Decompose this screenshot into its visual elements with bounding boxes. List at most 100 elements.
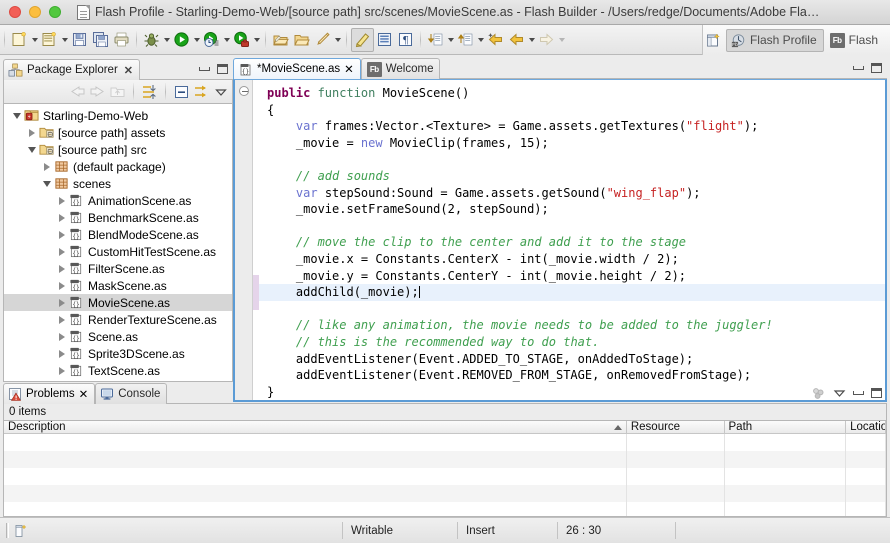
tree-item[interactable]: [source path] assets	[4, 124, 232, 141]
collapse-all-icon[interactable]	[141, 84, 158, 100]
run-menu-arrow[interactable]	[194, 37, 200, 42]
chevron-right-icon[interactable]	[25, 124, 38, 141]
column-path[interactable]: Path	[725, 421, 847, 433]
code-line[interactable]	[267, 151, 885, 168]
export-release-button[interactable]	[291, 28, 312, 52]
code-line[interactable]	[267, 301, 885, 318]
tree-item[interactable]: {} AnimationScene.as	[4, 192, 232, 209]
tree-item[interactable]: (default package)	[4, 158, 232, 175]
code-line[interactable]: addChild(_movie);	[259, 284, 885, 301]
chevron-right-icon[interactable]	[55, 345, 68, 362]
minimize-icon[interactable]	[199, 66, 210, 71]
minimize-light[interactable]	[29, 6, 41, 18]
network-monitor-menu-arrow[interactable]	[254, 37, 260, 42]
tab-welcome[interactable]: Fb Welcome	[360, 58, 441, 79]
code-line[interactable]: _movie.setFrameSound(2, stepSound);	[267, 201, 885, 218]
tab-problems[interactable]: Problems ✕	[3, 383, 96, 404]
network-monitor-button[interactable]	[231, 28, 252, 52]
column-description[interactable]: Description	[4, 421, 627, 433]
maximize-icon[interactable]	[217, 63, 228, 74]
chevron-down-icon[interactable]	[833, 387, 846, 399]
close-icon[interactable]: ✕	[124, 64, 133, 77]
code-line[interactable]: _movie.y = Constants.CenterY - int(_movi…	[267, 268, 885, 285]
code-line[interactable]: // add sounds	[267, 168, 885, 185]
run-button[interactable]	[171, 28, 192, 52]
maximize-icon[interactable]	[871, 62, 882, 73]
chevron-right-icon[interactable]	[55, 311, 68, 328]
close-icon[interactable]: ✕	[79, 387, 89, 401]
code-line[interactable]: var stepSound:Sound = Game.assets.getSou…	[267, 185, 885, 202]
chevron-right-icon[interactable]	[55, 328, 68, 345]
collapse-fold-icon[interactable]	[239, 86, 249, 96]
chevron-right-icon[interactable]	[40, 158, 53, 175]
code-line[interactable]: public function MovieScene()	[267, 85, 885, 102]
code-editor[interactable]: public function MovieScene(){ var frames…	[233, 79, 887, 403]
profile-button[interactable]	[201, 28, 222, 52]
tree-item[interactable]: {} BenchmarkScene.as	[4, 209, 232, 226]
chevron-down-icon[interactable]	[10, 107, 23, 124]
chevron-down-icon[interactable]	[214, 85, 228, 99]
paragraph-button[interactable]: ¶	[395, 28, 416, 52]
code-line[interactable]: {	[267, 102, 885, 119]
filters-icon[interactable]	[811, 387, 826, 399]
table-row[interactable]	[4, 485, 886, 502]
tab-moviescene[interactable]: {} *MovieScene.as ✕	[233, 58, 361, 79]
maximize-icon[interactable]	[871, 387, 882, 398]
previous-annotation-button[interactable]	[455, 28, 476, 52]
tab-console[interactable]: Console	[95, 383, 168, 404]
save-button[interactable]	[69, 28, 90, 52]
design-mode-button[interactable]	[374, 28, 395, 52]
code-line[interactable]: // move the clip to the center and add i…	[267, 234, 885, 251]
problems-table-body[interactable]	[4, 434, 886, 516]
chevron-right-icon[interactable]	[55, 243, 68, 260]
tree-item[interactable]: Starling-Demo-Web	[4, 107, 232, 124]
chevron-right-icon[interactable]	[55, 294, 68, 311]
tree-item[interactable]: {} BlendModeScene.as	[4, 226, 232, 243]
chevron-right-icon[interactable]	[55, 209, 68, 226]
print-button[interactable]	[111, 28, 132, 52]
tree-item[interactable]: {} FilterScene.as	[4, 260, 232, 277]
new-project-menu-arrow[interactable]	[62, 37, 68, 42]
perspective-flash-profile[interactable]: Fb Flash Profile	[725, 28, 824, 52]
quick-fix-menu-arrow[interactable]	[335, 37, 341, 42]
open-declaration-button[interactable]	[270, 28, 291, 52]
back-button[interactable]	[506, 28, 527, 52]
table-row[interactable]	[4, 502, 886, 516]
new-project-button[interactable]	[39, 28, 60, 52]
link-editor-icon[interactable]	[193, 84, 211, 100]
minimize-icon[interactable]	[853, 390, 864, 395]
tree-item[interactable]: scenes	[4, 175, 232, 192]
code-line[interactable]: // this is the recommended way to do tha…	[267, 334, 885, 351]
profile-menu-arrow[interactable]	[224, 37, 230, 42]
save-all-button[interactable]	[90, 28, 111, 52]
code-line[interactable]: addEventListener(Event.ADDED_TO_STAGE, o…	[267, 351, 885, 368]
zoom-light[interactable]	[49, 6, 61, 18]
tree-item[interactable]: {} TextScene.as	[4, 362, 232, 379]
tree-item[interactable]: {} MaskScene.as	[4, 277, 232, 294]
column-location[interactable]: Locatio	[846, 421, 886, 433]
open-perspective-button[interactable]	[703, 28, 724, 52]
problems-table[interactable]: Description Resource Path Locatio	[3, 421, 887, 517]
new-file-button[interactable]	[9, 28, 30, 52]
tree-item[interactable]: {} CustomHitTestScene.as	[4, 243, 232, 260]
chevron-right-icon[interactable]	[55, 362, 68, 379]
code-text[interactable]: public function MovieScene(){ var frames…	[259, 80, 885, 400]
column-resource[interactable]: Resource	[627, 421, 725, 433]
previous-annotation-menu-arrow[interactable]	[478, 37, 484, 42]
code-line[interactable]: _movie.x = Constants.CenterX - int(_movi…	[267, 251, 885, 268]
new-file-menu-arrow[interactable]	[32, 37, 38, 42]
last-edit-location-button[interactable]	[485, 28, 506, 52]
close-light[interactable]	[9, 6, 21, 18]
tree-item[interactable]: {} RenderTextureScene.as	[4, 311, 232, 328]
quick-fix-button[interactable]	[312, 28, 333, 52]
code-line[interactable]: _movie = new MovieClip(frames, 15);	[267, 135, 885, 152]
tree-item[interactable]: {} Scene.as	[4, 328, 232, 345]
debug-button[interactable]	[141, 28, 162, 52]
table-row[interactable]	[4, 451, 886, 468]
code-line[interactable]	[267, 218, 885, 235]
table-row[interactable]	[4, 434, 886, 451]
chevron-right-icon[interactable]	[55, 277, 68, 294]
source-mode-button[interactable]	[351, 27, 374, 52]
chevron-right-icon[interactable]	[55, 192, 68, 209]
perspective-flash[interactable]: Fb Flash	[826, 30, 884, 51]
